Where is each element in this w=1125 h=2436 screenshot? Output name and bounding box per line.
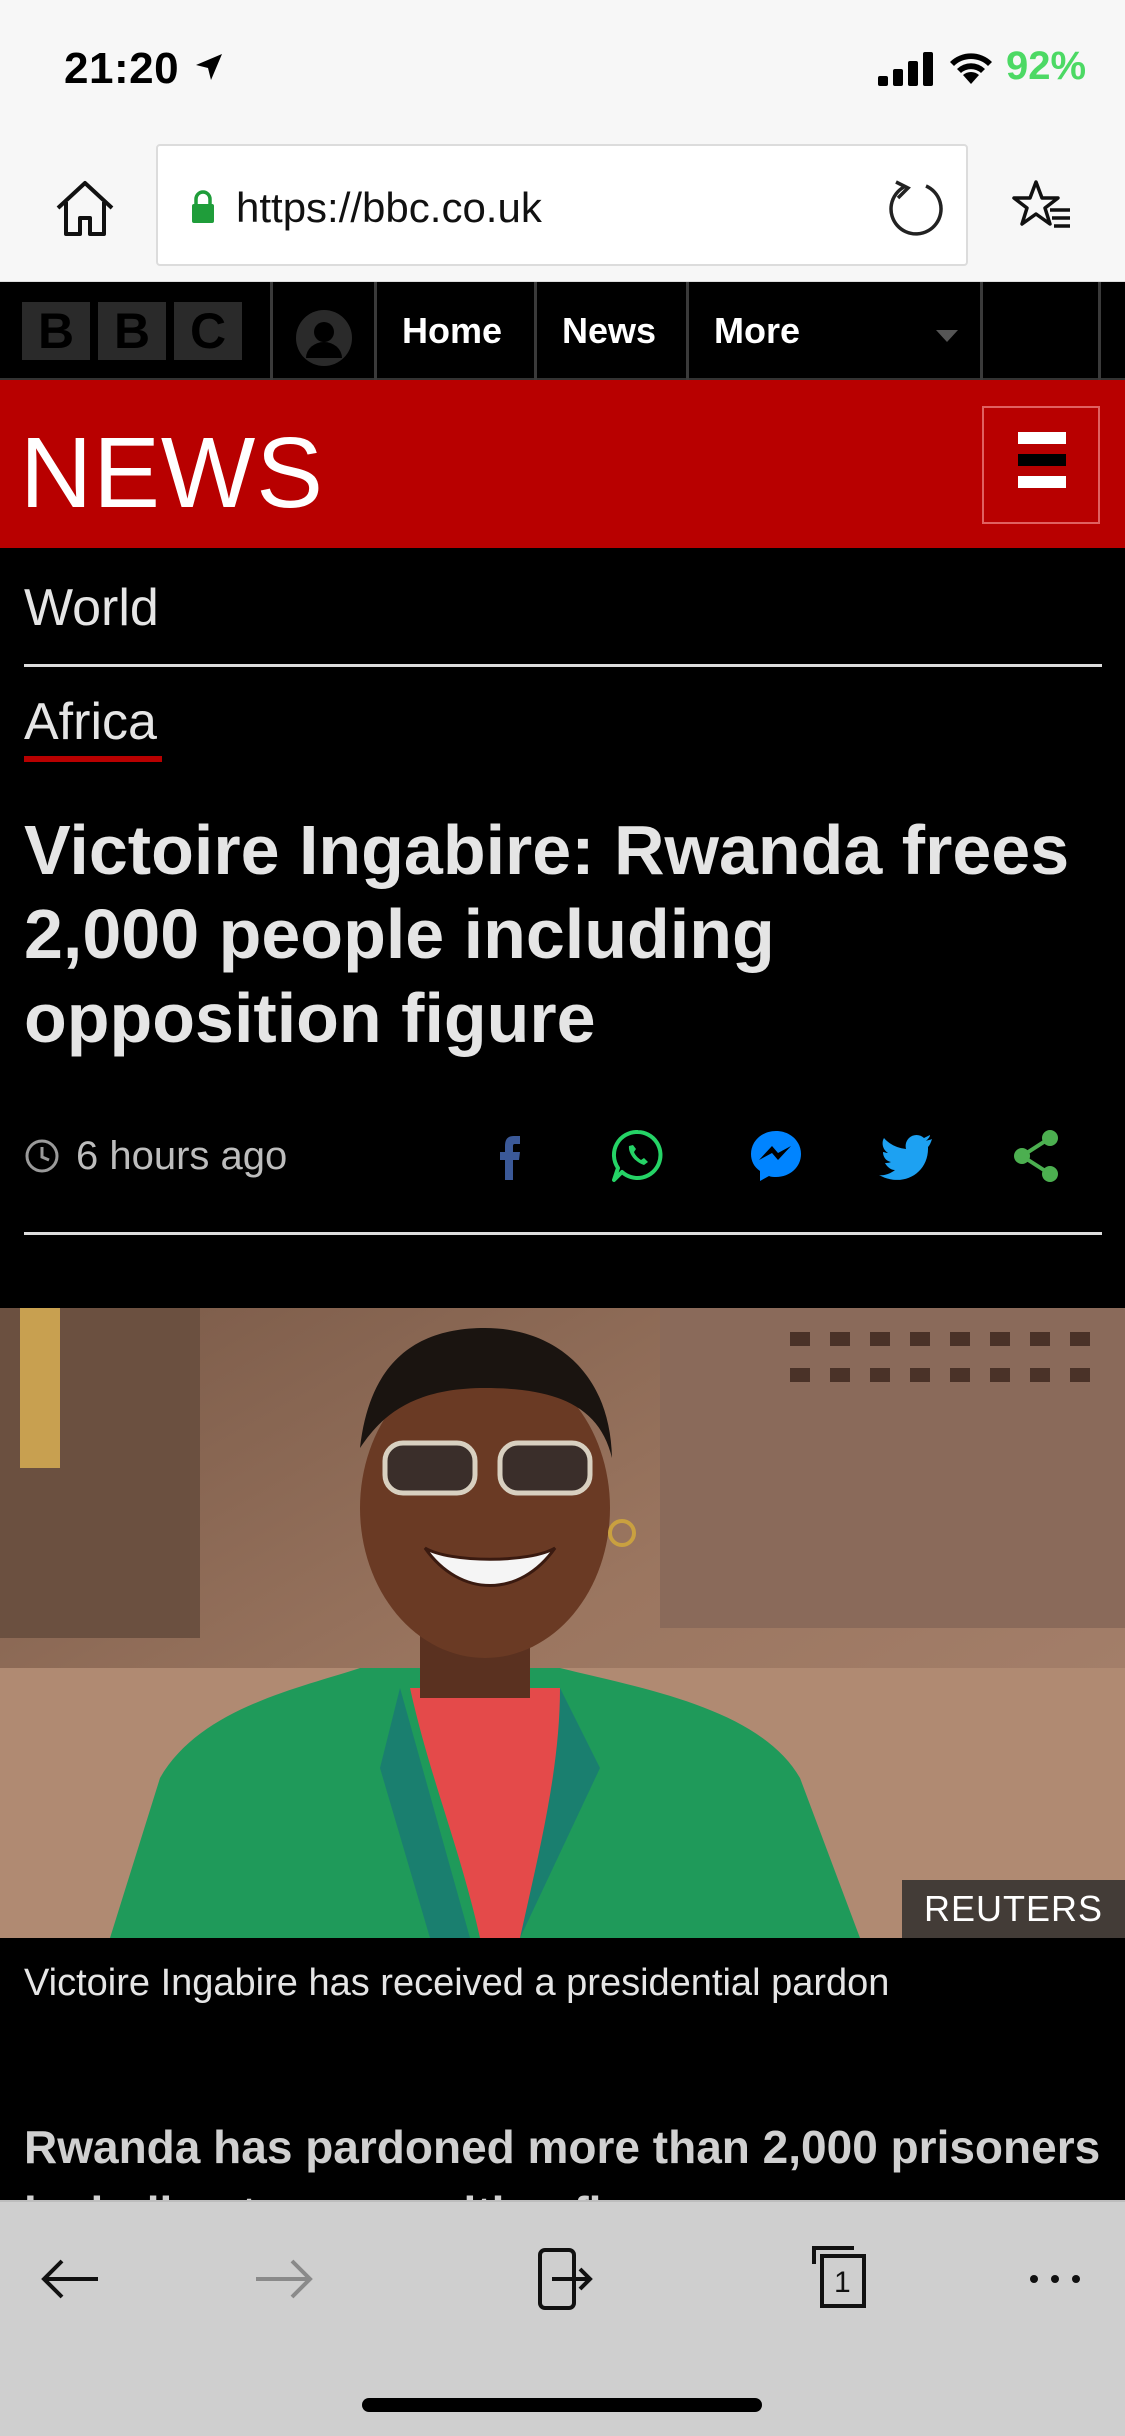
menu-icon-bar: [1018, 454, 1066, 466]
nav-divider: [270, 282, 273, 380]
bbc-global-nav: B B C Home News More: [0, 282, 1125, 380]
article-headline: Victoire Ingabire: Rwanda frees 2,000 pe…: [24, 811, 1070, 1057]
divider: [24, 1232, 1102, 1235]
image-credit: REUTERS: [901, 1880, 1125, 1938]
menu-icon-bar: [1018, 476, 1066, 488]
image-caption: Victoire Ingabire has received a preside…: [24, 1962, 890, 2004]
more-icon[interactable]: [1020, 2244, 1090, 2314]
nav-divider: [980, 282, 983, 380]
address-bar[interactable]: https://bbc.co.uk: [156, 144, 968, 266]
bookmark-star-icon[interactable]: [1010, 176, 1074, 240]
send-to-device-icon[interactable]: [528, 2244, 598, 2314]
url-text: https://bbc.co.uk: [236, 184, 542, 231]
nav-divider: [534, 282, 537, 380]
forward-arrow-icon[interactable]: [248, 2244, 318, 2314]
nav-link-home[interactable]: Home: [402, 310, 502, 352]
share-icon[interactable]: [1006, 1126, 1066, 1186]
article-timestamp: 6 hours ago: [76, 1134, 288, 1178]
wifi-icon: [950, 53, 992, 84]
bbc-logo-letter: B: [22, 302, 90, 360]
nav-link-more[interactable]: More: [714, 310, 800, 352]
home-indicator[interactable]: [362, 2398, 762, 2412]
status-time: 21:20: [64, 44, 180, 93]
tab-count: 1: [834, 2266, 851, 2299]
browser-toolbar: https://bbc.co.uk: [0, 132, 1125, 282]
section-link-africa[interactable]: Africa: [24, 692, 157, 752]
reload-icon[interactable]: [886, 178, 946, 238]
bbc-logo-letter: B: [98, 302, 166, 360]
nav-link-news[interactable]: News: [562, 310, 656, 352]
battery-percent: 92%: [1006, 44, 1087, 88]
messenger-icon[interactable]: [746, 1126, 806, 1186]
section-link-world[interactable]: World: [24, 578, 159, 638]
news-header: NEWS: [0, 380, 1125, 548]
back-arrow-icon[interactable]: [36, 2244, 106, 2314]
cellular-signal-icon: [878, 52, 933, 86]
menu-icon-bar: [1018, 432, 1066, 444]
divider: [24, 664, 1102, 667]
lock-icon: [192, 190, 214, 223]
facebook-icon[interactable]: [480, 1126, 540, 1186]
article-hero-image: REUTERS: [0, 1308, 1125, 1938]
clock-icon: [25, 1139, 59, 1173]
chevron-down-icon: [936, 330, 958, 342]
photo-illustration: [0, 1308, 1125, 1938]
location-arrow-icon: [196, 54, 222, 80]
status-bar: 21:20 92%: [0, 0, 1125, 132]
twitter-icon[interactable]: [876, 1126, 936, 1186]
tabs-button[interactable]: 1: [804, 2244, 874, 2314]
news-wordmark[interactable]: NEWS: [20, 416, 324, 531]
bbc-logo-letter: C: [174, 302, 242, 360]
bbc-logo[interactable]: B B C: [22, 302, 242, 360]
article-body-lead: Rwanda has pardoned more than 2,000 pris…: [24, 2121, 1101, 2202]
browser-bottom-toolbar: 1: [0, 2200, 1125, 2436]
nav-divider: [1098, 282, 1101, 380]
nav-divider: [686, 282, 689, 380]
nav-divider: [374, 282, 377, 380]
menu-button[interactable]: [982, 406, 1100, 524]
whatsapp-icon[interactable]: [608, 1126, 668, 1186]
home-icon[interactable]: [50, 174, 120, 244]
account-icon[interactable]: [294, 308, 354, 368]
active-section-indicator: [24, 756, 162, 762]
